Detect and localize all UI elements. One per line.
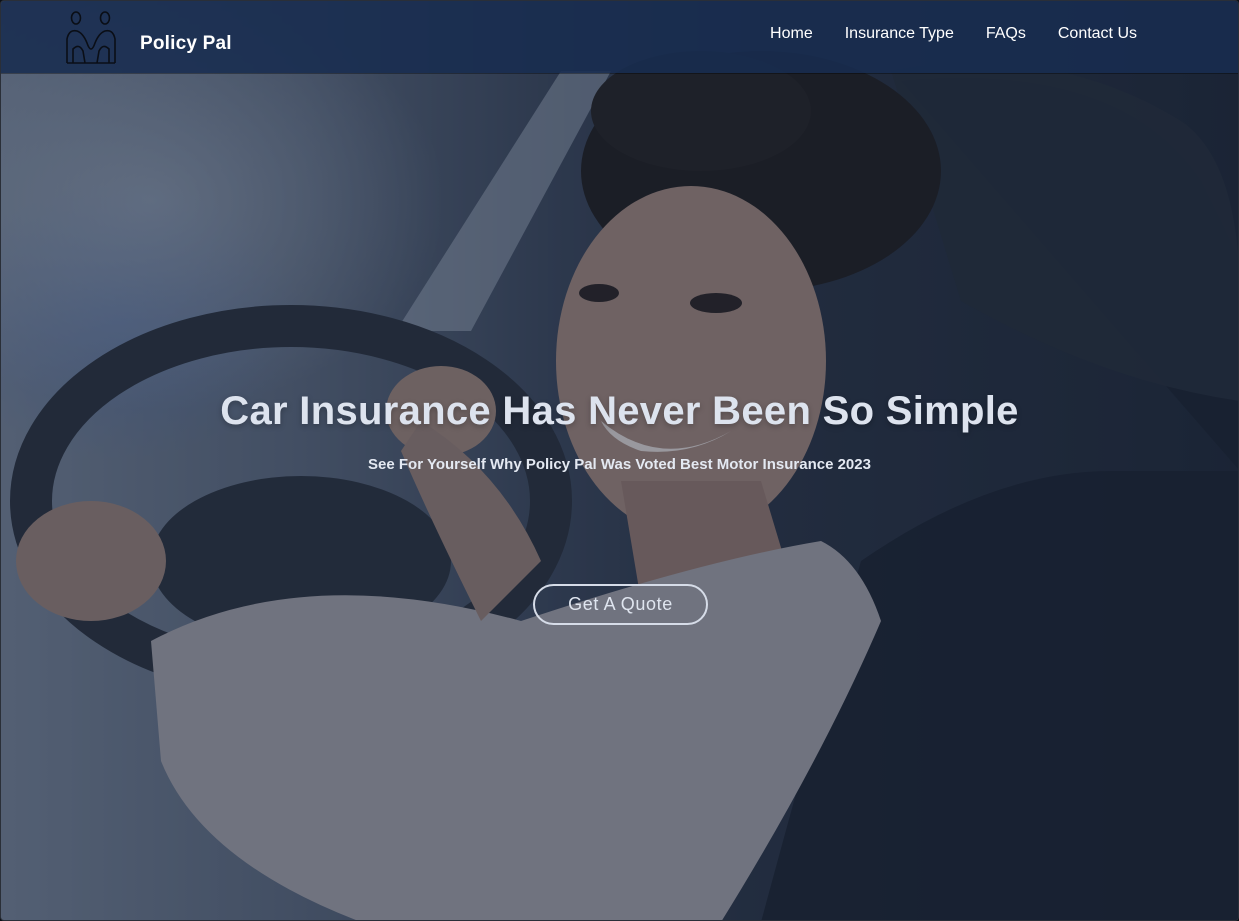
- nav-contact-us-link[interactable]: Contact Us: [1058, 25, 1137, 43]
- navbar: Policy Pal Home Insurance Type FAQs Cont…: [1, 1, 1238, 73]
- brand-name[interactable]: Policy Pal: [140, 33, 232, 55]
- nav-home-link[interactable]: Home: [770, 25, 813, 43]
- two-people-hugging-icon[interactable]: [63, 9, 119, 67]
- get-a-quote-button[interactable]: Get A Quote: [533, 584, 708, 625]
- hero-subtitle: See For Yourself Why Policy Pal Was Vote…: [368, 456, 871, 473]
- main-nav: Home Insurance Type FAQs Contact Us: [770, 25, 1137, 43]
- hero-title: Car Insurance Has Never Been So Simple: [220, 389, 1019, 433]
- nav-insurance-type-link[interactable]: Insurance Type: [845, 25, 954, 43]
- hero-section: Car Insurance Has Never Been So Simple S…: [1, 389, 1238, 473]
- page: Policy Pal Home Insurance Type FAQs Cont…: [0, 0, 1239, 921]
- nav-faqs-link[interactable]: FAQs: [986, 25, 1026, 43]
